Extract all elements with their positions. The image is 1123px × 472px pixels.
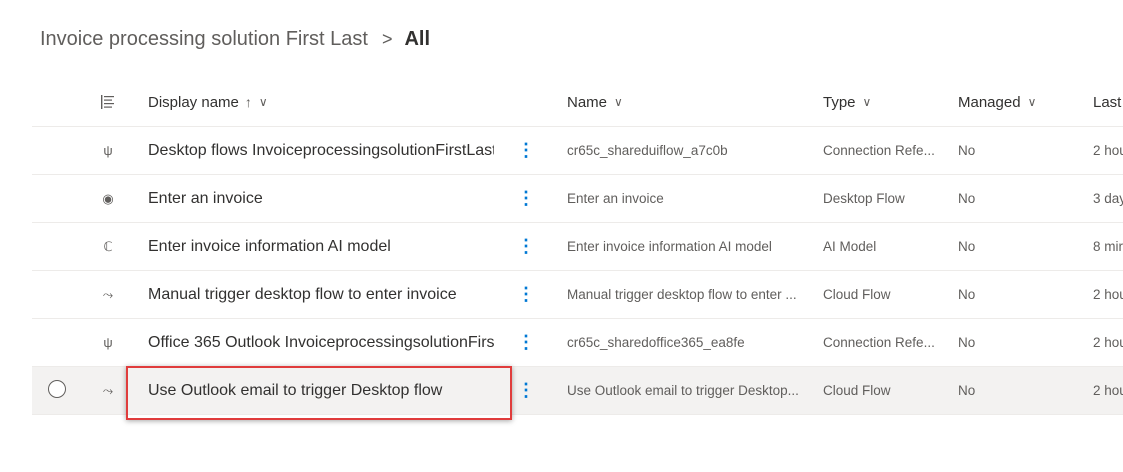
row-last-modified: 2 hou <box>1093 335 1123 350</box>
chevron-down-icon: ∨ <box>1027 95 1037 109</box>
column-header-type[interactable]: Type ∨ <box>823 78 871 126</box>
column-header-managed[interactable]: Managed ∨ <box>958 78 1036 126</box>
breadcrumb-separator-icon: > <box>381 29 393 49</box>
row-managed: No <box>958 143 976 158</box>
brain-icon: ℂ <box>103 238 113 254</box>
row-managed: No <box>958 335 976 350</box>
more-options-icon[interactable]: ⋮ <box>516 175 536 222</box>
row-last-modified: 2 hou <box>1093 143 1123 158</box>
sort-ascending-icon: ↑ <box>244 94 252 110</box>
row-display-name[interactable]: Office 365 Outlook Invoiceprocessingsolu… <box>148 319 494 366</box>
chevron-down-icon: ∨ <box>614 95 623 109</box>
column-header-name[interactable]: Name ∨ <box>567 78 623 126</box>
more-options-icon[interactable]: ⋮ <box>516 319 536 366</box>
column-header-name-label: Name <box>567 93 608 111</box>
table-row[interactable]: ⤳ Manual trigger desktop flow to enter i… <box>32 271 1123 319</box>
row-display-name[interactable]: Use Outlook email to trigger Desktop flo… <box>148 367 494 414</box>
row-last-modified: 2 hou <box>1093 287 1123 302</box>
row-managed: No <box>958 287 976 302</box>
table-row-selected[interactable]: ⤳ Use Outlook email to trigger Desktop f… <box>32 367 1123 415</box>
row-name: cr65c_shareduiflow_a7c0b <box>567 143 728 158</box>
column-header-display-name[interactable]: Display name ↑ ∨ <box>148 78 268 126</box>
flow-icon: ⤳ <box>102 286 114 302</box>
row-managed: No <box>958 191 976 206</box>
breadcrumb-current: All <box>404 28 431 50</box>
row-managed: No <box>958 383 976 398</box>
plug-icon: ψ <box>103 143 113 158</box>
row-display-name[interactable]: Desktop flows InvoiceprocessingsolutionF… <box>148 127 494 174</box>
more-options-icon[interactable]: ⋮ <box>516 223 536 270</box>
more-options-icon[interactable]: ⋮ <box>516 271 536 318</box>
table-row[interactable]: ψ Office 365 Outlook Invoiceprocessingso… <box>32 319 1123 367</box>
list-icon[interactable] <box>96 78 120 126</box>
row-name: Enter invoice information AI model <box>567 239 772 254</box>
row-type: Connection Refe... <box>823 335 935 350</box>
row-display-name[interactable]: Enter an invoice <box>148 175 494 222</box>
chevron-down-icon: ∨ <box>258 95 268 109</box>
breadcrumb: Invoice processing solution First Last >… <box>40 28 430 51</box>
row-type: Cloud Flow <box>823 287 891 302</box>
column-header-last-label: Last <box>1093 93 1122 111</box>
row-name: Manual trigger desktop flow to enter ... <box>567 287 797 302</box>
row-name: Use Outlook email to trigger Desktop... <box>567 383 799 398</box>
column-header-last[interactable]: Last <box>1093 78 1121 126</box>
eye-icon: ◉ <box>102 190 114 206</box>
table-row[interactable]: ψ Desktop flows Invoiceprocessingsolutio… <box>32 127 1123 175</box>
row-last-modified: 2 hou <box>1093 383 1123 398</box>
table-row[interactable]: ℂ Enter invoice information AI model ⋮ E… <box>32 223 1123 271</box>
column-header-managed-label: Managed <box>958 93 1021 111</box>
solution-components-grid: Display name ↑ ∨ Name ∨ Type ∨ Managed ∨… <box>32 78 1123 415</box>
row-managed: No <box>958 239 976 254</box>
row-type: AI Model <box>823 239 877 254</box>
more-options-icon[interactable]: ⋮ <box>516 127 536 174</box>
row-display-name[interactable]: Manual trigger desktop flow to enter inv… <box>148 271 494 318</box>
chevron-down-icon: ∨ <box>862 95 872 109</box>
more-options-icon[interactable]: ⋮ <box>516 367 536 414</box>
row-display-name[interactable]: Enter invoice information AI model <box>148 223 494 270</box>
breadcrumb-root[interactable]: Invoice processing solution First Last <box>40 28 368 51</box>
row-name: Enter an invoice <box>567 191 664 206</box>
row-last-modified: 8 mir <box>1093 239 1123 254</box>
row-last-modified: 3 day <box>1093 191 1123 206</box>
row-name: cr65c_sharedoffice365_ea8fe <box>567 335 745 350</box>
grid-header: Display name ↑ ∨ Name ∨ Type ∨ Managed ∨… <box>32 78 1123 127</box>
table-row[interactable]: ◉ Enter an invoice ⋮ Enter an invoice De… <box>32 175 1123 223</box>
column-header-display-name-label: Display name <box>148 93 239 111</box>
column-header-type-label: Type <box>823 93 856 111</box>
row-select-radio[interactable] <box>48 380 66 398</box>
flow-icon: ⤳ <box>102 382 114 398</box>
row-type: Connection Refe... <box>823 143 935 158</box>
row-type: Desktop Flow <box>823 191 905 206</box>
row-type: Cloud Flow <box>823 383 891 398</box>
plug-icon: ψ <box>103 335 113 350</box>
